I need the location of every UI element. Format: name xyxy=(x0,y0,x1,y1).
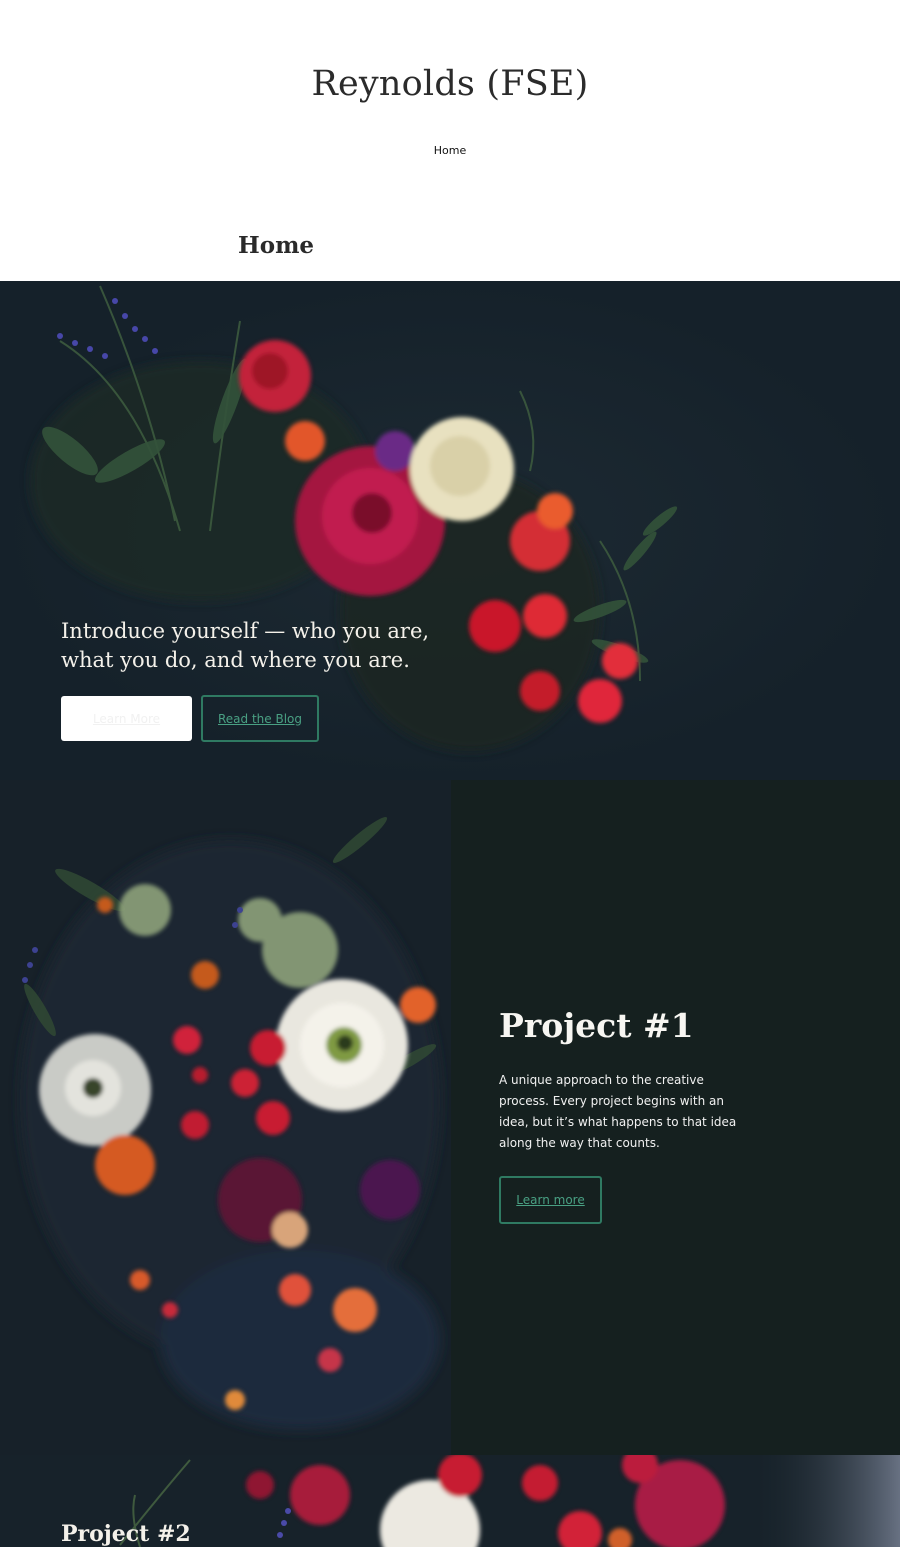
nav-item-home[interactable]: Home xyxy=(434,144,466,157)
read-blog-button[interactable]: Read the Blog xyxy=(201,695,319,742)
site-title[interactable]: Reynolds (FSE) xyxy=(0,64,900,104)
project-1-panel: Project #1 A unique approach to the crea… xyxy=(451,780,900,1455)
learn-more-button[interactable]: Learn More xyxy=(61,696,192,741)
project-1-flower-image xyxy=(0,780,451,1455)
project-2-title: Project #2 xyxy=(61,1521,191,1547)
main-navigation: Home xyxy=(0,141,900,159)
site-header: Reynolds (FSE) Home Home xyxy=(0,0,900,281)
page-title: Home xyxy=(238,232,315,259)
project-1-description: A unique approach to the creative proces… xyxy=(499,1073,737,1150)
hero-intro-text: Introduce yourself — who you are, what y… xyxy=(61,619,430,672)
project-1-image xyxy=(0,780,451,1455)
project-2-section: Project #2 xyxy=(0,1455,900,1547)
hero-cover: Introduce yourself — who you are, what y… xyxy=(0,281,900,780)
project-1-learn-more-button[interactable]: Learn more xyxy=(499,1176,602,1224)
project-1-title: Project #1 xyxy=(499,1006,694,1045)
